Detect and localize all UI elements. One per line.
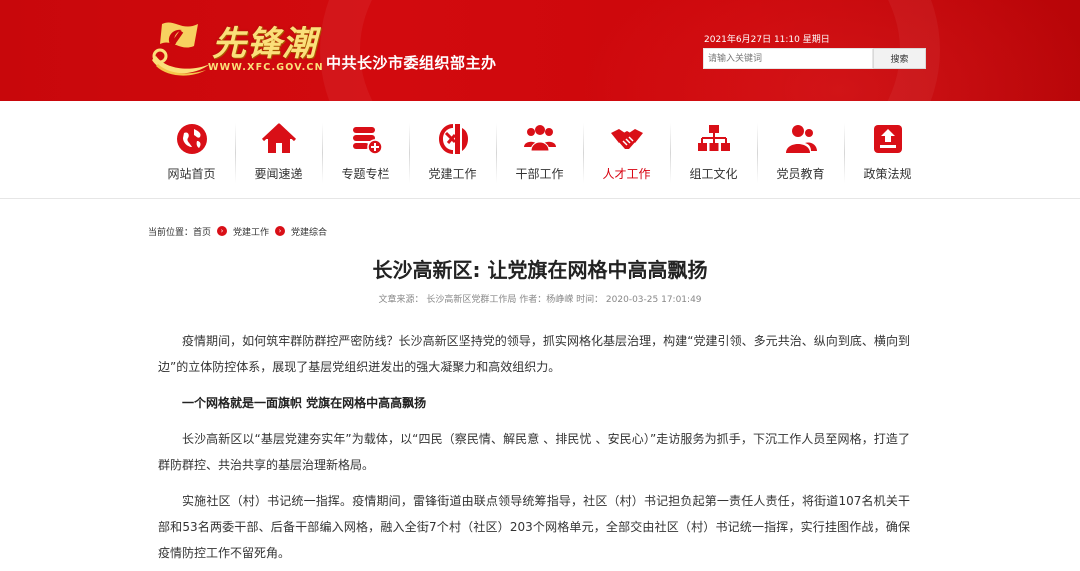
logo-url-text: WWW.XFC.GOV.CN xyxy=(208,62,324,73)
article-paragraph: 疫情期间，如何筑牢群防群控严密防线？长沙高新区坚持党的领导，抓实网格化基层治理，… xyxy=(158,334,910,374)
site-logo[interactable]: 先锋潮 WWW.XFC.GOV.CN xyxy=(148,14,338,82)
nav-item-education[interactable]: 党员教育 xyxy=(757,119,844,185)
nav-label: 党员教育 xyxy=(776,167,825,181)
main-nav: 网站首页 要闻速递 专题专栏 党建工作 干部工作 人才工作 组工文化 党员教育 … xyxy=(0,101,1080,199)
nav-label: 要闻速递 xyxy=(254,167,303,181)
upload-box-icon xyxy=(873,125,902,153)
nav-item-topics[interactable]: 专题专栏 xyxy=(322,119,409,185)
people-icon xyxy=(785,125,817,153)
handshake-icon xyxy=(610,129,643,149)
date-time: 2021年6月27日 11:10 星期日 xyxy=(704,35,830,45)
chevron-right-icon: › xyxy=(275,226,286,236)
search-input[interactable] xyxy=(703,48,873,69)
chevron-right-icon: › xyxy=(217,226,228,236)
nav-item-party-building[interactable]: 党建工作 xyxy=(409,119,496,185)
nav-label: 党建工作 xyxy=(428,167,477,181)
breadcrumb-link-party-building[interactable]: 党建工作 xyxy=(233,225,269,238)
article-title: 长沙高新区: 让党旗在网格中高高飘扬 xyxy=(372,258,708,282)
nav-label: 专题专栏 xyxy=(341,167,390,181)
nav-item-talent[interactable]: 人才工作 xyxy=(583,119,670,185)
sponsor-text: 中共长沙市委组织部主办 xyxy=(326,54,497,72)
article-paragraph: 长沙高新区以“基层党建夯实年”为载体，以“四民（察民情、解民意 、排民忧 、安民… xyxy=(158,432,910,472)
party-emblem-icon xyxy=(438,124,468,154)
breadcrumb-link-party-general[interactable]: 党建综合 xyxy=(291,225,327,238)
nav-label: 政策法规 xyxy=(863,167,912,181)
stack-plus-icon xyxy=(352,127,383,155)
nav-item-news[interactable]: 要闻速递 xyxy=(235,119,322,185)
globe-icon xyxy=(176,124,207,154)
article-meta: 文章来源： 长沙高新区党群工作局 作者：杨峥嵘 时间： 2020-03-25 1… xyxy=(378,295,702,305)
article-subheading: 一个网格就是一面旗帜 党旗在网格中高高飘扬 xyxy=(182,396,427,410)
nav-item-cadre[interactable]: 干部工作 xyxy=(496,119,583,185)
nav-item-policy[interactable]: 政策法规 xyxy=(844,119,931,185)
article-paragraph: 实施社区（村）书记统一指挥。疫情期间，雷锋街道由联点领导统筹指导，社区（村）书记… xyxy=(158,494,910,560)
nav-label: 组工文化 xyxy=(689,167,738,181)
logo-brand-text: 先锋潮 xyxy=(212,24,317,64)
nav-label: 网站首页 xyxy=(167,167,216,181)
article-body: 疫情期间，如何筑牢群防群控严密防线？长沙高新区坚持党的领导，抓实网格化基层治理，… xyxy=(158,328,910,571)
site-header: 先锋潮 WWW.XFC.GOV.CN 中共长沙市委组织部主办 2021年6月27… xyxy=(0,0,1080,101)
breadcrumb-prefix: 当前位置： xyxy=(148,227,194,238)
org-chart-icon xyxy=(697,125,730,151)
nav-label: 干部工作 xyxy=(515,167,564,181)
nav-label: 人才工作 xyxy=(602,167,651,181)
breadcrumb-link-home[interactable]: 首页 xyxy=(193,225,211,238)
nav-item-culture[interactable]: 组工文化 xyxy=(670,119,757,185)
nav-list: 网站首页 要闻速递 专题专栏 党建工作 干部工作 人才工作 组工文化 党员教育 … xyxy=(148,119,931,185)
group-icon xyxy=(523,125,556,152)
search-button[interactable]: 搜索 xyxy=(873,48,926,69)
house-icon xyxy=(261,123,296,153)
hammer-sickle-flag-icon xyxy=(152,22,210,76)
nav-item-home[interactable]: 网站首页 xyxy=(148,119,235,185)
breadcrumb: 当前位置： 首页 › 党建工作 › 党建综合 xyxy=(148,224,327,238)
